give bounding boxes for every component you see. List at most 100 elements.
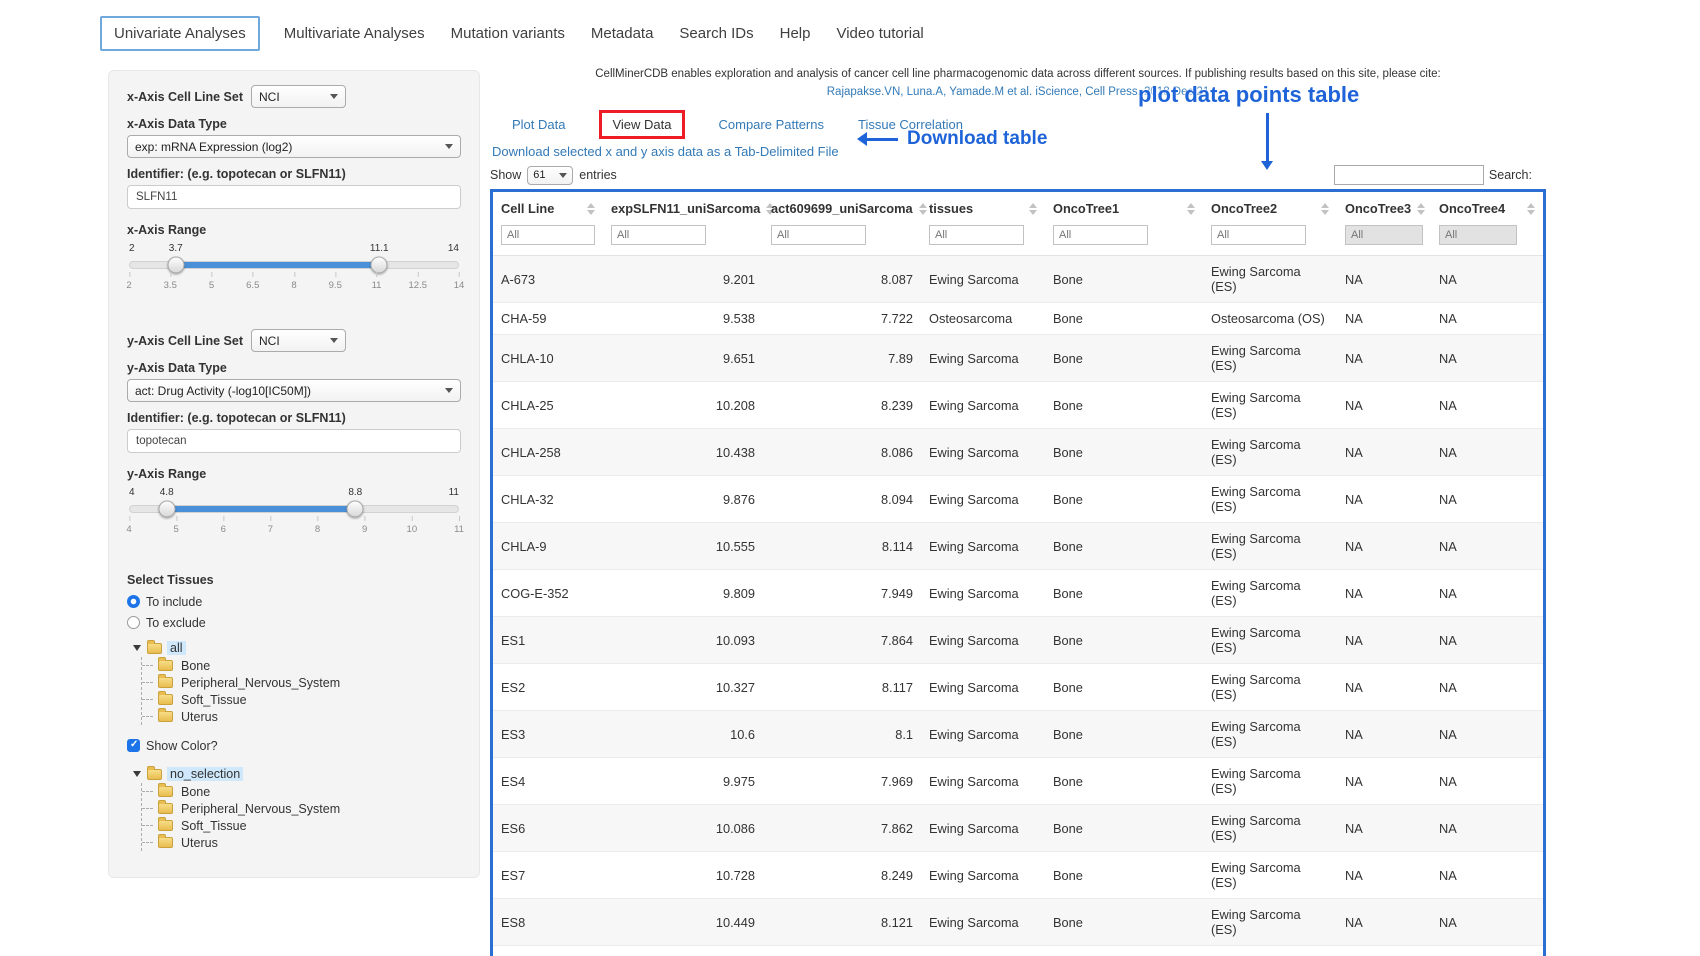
column-header-tissues[interactable]: tissues: [921, 192, 1045, 223]
table-row[interactable]: CHLA-109.6517.89Ewing SarcomaBoneEwing S…: [493, 335, 1543, 382]
column-filter-input[interactable]: [611, 225, 706, 245]
tree-toggle-icon[interactable]: [133, 771, 141, 777]
table-cell: Ewing Sarcoma (ES): [1203, 570, 1337, 617]
slider-handle-to[interactable]: [346, 501, 363, 518]
slider-ticks: 4567891011: [129, 524, 459, 542]
table-cell: NA: [1431, 664, 1543, 711]
tree-node[interactable]: Bone: [142, 783, 461, 800]
tree-node-label[interactable]: Peripheral_Nervous_System: [178, 676, 343, 690]
slider-handle-from[interactable]: [168, 257, 185, 274]
tree-node-label[interactable]: no_selection: [167, 767, 243, 781]
column-header-cell-line[interactable]: Cell Line: [493, 192, 603, 223]
sort-icon[interactable]: [1023, 203, 1037, 215]
checkbox-icon: [127, 739, 140, 752]
tree-node[interactable]: Soft_Tissue: [142, 817, 461, 834]
table-row[interactable]: ES710.7288.249Ewing SarcomaBoneEwing Sar…: [493, 852, 1543, 899]
table-row[interactable]: ES810.4498.121Ewing SarcomaBoneEwing Sar…: [493, 899, 1543, 946]
table-row[interactable]: ES610.0867.862Ewing SarcomaBoneEwing Sar…: [493, 805, 1543, 852]
nav-item-mutation-variants[interactable]: Mutation variants: [449, 17, 567, 50]
table-row[interactable]: ES310.68.1Ewing SarcomaBoneEwing Sarcoma…: [493, 711, 1543, 758]
nav-item-metadata[interactable]: Metadata: [589, 17, 656, 50]
nav-item-help[interactable]: Help: [778, 17, 813, 50]
tree-node-label[interactable]: Soft_Tissue: [178, 819, 250, 833]
tree-node-label[interactable]: all: [167, 641, 186, 655]
x-data-type-select[interactable]: exp: mRNA Expression (log2): [127, 135, 461, 158]
table-row[interactable]: A-6739.2018.087Ewing SarcomaBoneEwing Sa…: [493, 256, 1543, 303]
tree-node-label[interactable]: Bone: [178, 785, 213, 799]
table-row[interactable]: CHA-599.5387.722OsteosarcomaBoneOsteosar…: [493, 303, 1543, 335]
entries-select[interactable]: 61: [527, 166, 573, 185]
x-range-slider[interactable]: 2 3.7 11.1 14 23.556.589.51112.514: [129, 243, 459, 299]
table-row[interactable]: EW89.6778.082Ewing SarcomaBoneEwing Sarc…: [493, 946, 1543, 956]
nav-item-video-tutorial[interactable]: Video tutorial: [834, 17, 925, 50]
column-filter-input[interactable]: [1439, 225, 1517, 245]
slider-handle-to[interactable]: [370, 257, 387, 274]
slider-handle-from[interactable]: [159, 501, 176, 518]
table-row[interactable]: CHLA-910.5558.114Ewing SarcomaBoneEwing …: [493, 523, 1543, 570]
table-row[interactable]: CHLA-329.8768.094Ewing SarcomaBoneEwing …: [493, 476, 1543, 523]
nav-item-search-ids[interactable]: Search IDs: [677, 17, 755, 50]
column-header-act609699_unisarcoma[interactable]: act609699_uniSarcoma: [763, 192, 921, 223]
citation-link[interactable]: Rajapakse.VN, Luna.A, Yamade.M et al. iS…: [490, 86, 1546, 98]
sort-icon[interactable]: [1181, 203, 1195, 215]
search-input[interactable]: [1334, 165, 1484, 185]
nav-item-multivariate-analyses[interactable]: Multivariate Analyses: [282, 17, 427, 50]
tree-node[interactable]: Soft_Tissue: [142, 691, 461, 708]
column-header-oncotree2[interactable]: OncoTree2: [1203, 192, 1337, 223]
y-range-slider[interactable]: 4 4.8 8.8 11 4567891011: [129, 487, 459, 543]
sort-icon[interactable]: [1521, 203, 1535, 215]
download-link[interactable]: Download selected x and y axis data as a…: [492, 144, 839, 159]
show-color-label: Show Color?: [146, 739, 218, 753]
column-filter-input[interactable]: [771, 225, 866, 245]
table-row[interactable]: ES110.0937.864Ewing SarcomaBoneEwing Sar…: [493, 617, 1543, 664]
column-header-oncotree4[interactable]: OncoTree4: [1431, 192, 1543, 223]
slider-track[interactable]: [129, 261, 459, 269]
column-filter-input[interactable]: [929, 225, 1024, 245]
sort-icon[interactable]: [1411, 203, 1425, 215]
slider-track[interactable]: [129, 505, 459, 513]
x-cell-line-set-select[interactable]: NCI: [251, 85, 346, 108]
tree-node-label[interactable]: Uterus: [178, 836, 221, 850]
tab-plot-data[interactable]: Plot Data: [512, 117, 565, 132]
table-row[interactable]: ES210.3278.117Ewing SarcomaBoneEwing Sar…: [493, 664, 1543, 711]
tab-compare-patterns[interactable]: Compare Patterns: [719, 117, 825, 132]
table-row[interactable]: CHLA-25810.4388.086Ewing SarcomaBoneEwin…: [493, 429, 1543, 476]
sort-icon[interactable]: [581, 203, 595, 215]
column-header-oncotree3[interactable]: OncoTree3: [1337, 192, 1431, 223]
column-filter-input[interactable]: [1053, 225, 1148, 245]
tree-node-label[interactable]: Bone: [178, 659, 213, 673]
tree-node[interactable]: Uterus: [142, 708, 461, 725]
table-row[interactable]: ES49.9757.969Ewing SarcomaBoneEwing Sarc…: [493, 758, 1543, 805]
column-filter-input[interactable]: [1345, 225, 1423, 245]
sort-icon[interactable]: [913, 203, 927, 215]
table-cell: 8.087: [763, 256, 921, 303]
y-data-type-select[interactable]: act: Drug Activity (-log10[IC50M]): [127, 379, 461, 402]
tree-node-label[interactable]: Uterus: [178, 710, 221, 724]
table-row[interactable]: CHLA-2510.2088.239Ewing SarcomaBoneEwing…: [493, 382, 1543, 429]
column-header-label: Cell Line: [501, 201, 554, 216]
column-header-expslfn11_unisarcoma[interactable]: expSLFN11_uniSarcoma: [603, 192, 763, 223]
column-filter-input[interactable]: [501, 225, 595, 245]
nav-item-univariate-analyses[interactable]: Univariate Analyses: [100, 16, 260, 51]
sort-icon[interactable]: [1315, 203, 1329, 215]
y-cell-line-set-select[interactable]: NCI: [251, 329, 346, 352]
y-identifier-input[interactable]: [127, 429, 461, 453]
radio-to-exclude[interactable]: To exclude: [127, 612, 461, 633]
tree-node-label[interactable]: Soft_Tissue: [178, 693, 250, 707]
column-filter-input[interactable]: [1211, 225, 1306, 245]
chevron-down-icon: [330, 94, 338, 99]
column-header-oncotree1[interactable]: OncoTree1: [1045, 192, 1203, 223]
show-color-checkbox[interactable]: Show Color?: [127, 735, 461, 756]
tab-view-data[interactable]: View Data: [599, 110, 684, 139]
tree-toggle-icon[interactable]: [133, 645, 141, 651]
table-row[interactable]: COG-E-3529.8097.949Ewing SarcomaBoneEwin…: [493, 570, 1543, 617]
x-identifier-input[interactable]: [127, 185, 461, 209]
radio-to-include[interactable]: To include: [127, 591, 461, 612]
tree-node[interactable]: Peripheral_Nervous_System: [142, 800, 461, 817]
tree-node[interactable]: Uterus: [142, 834, 461, 851]
table-cell: NA: [1431, 382, 1543, 429]
tree-node-label[interactable]: Peripheral_Nervous_System: [178, 802, 343, 816]
tree-node[interactable]: Peripheral_Nervous_System: [142, 674, 461, 691]
tree-node[interactable]: Bone: [142, 657, 461, 674]
citation-text: CellMinerCDB enables exploration and ana…: [490, 60, 1546, 80]
